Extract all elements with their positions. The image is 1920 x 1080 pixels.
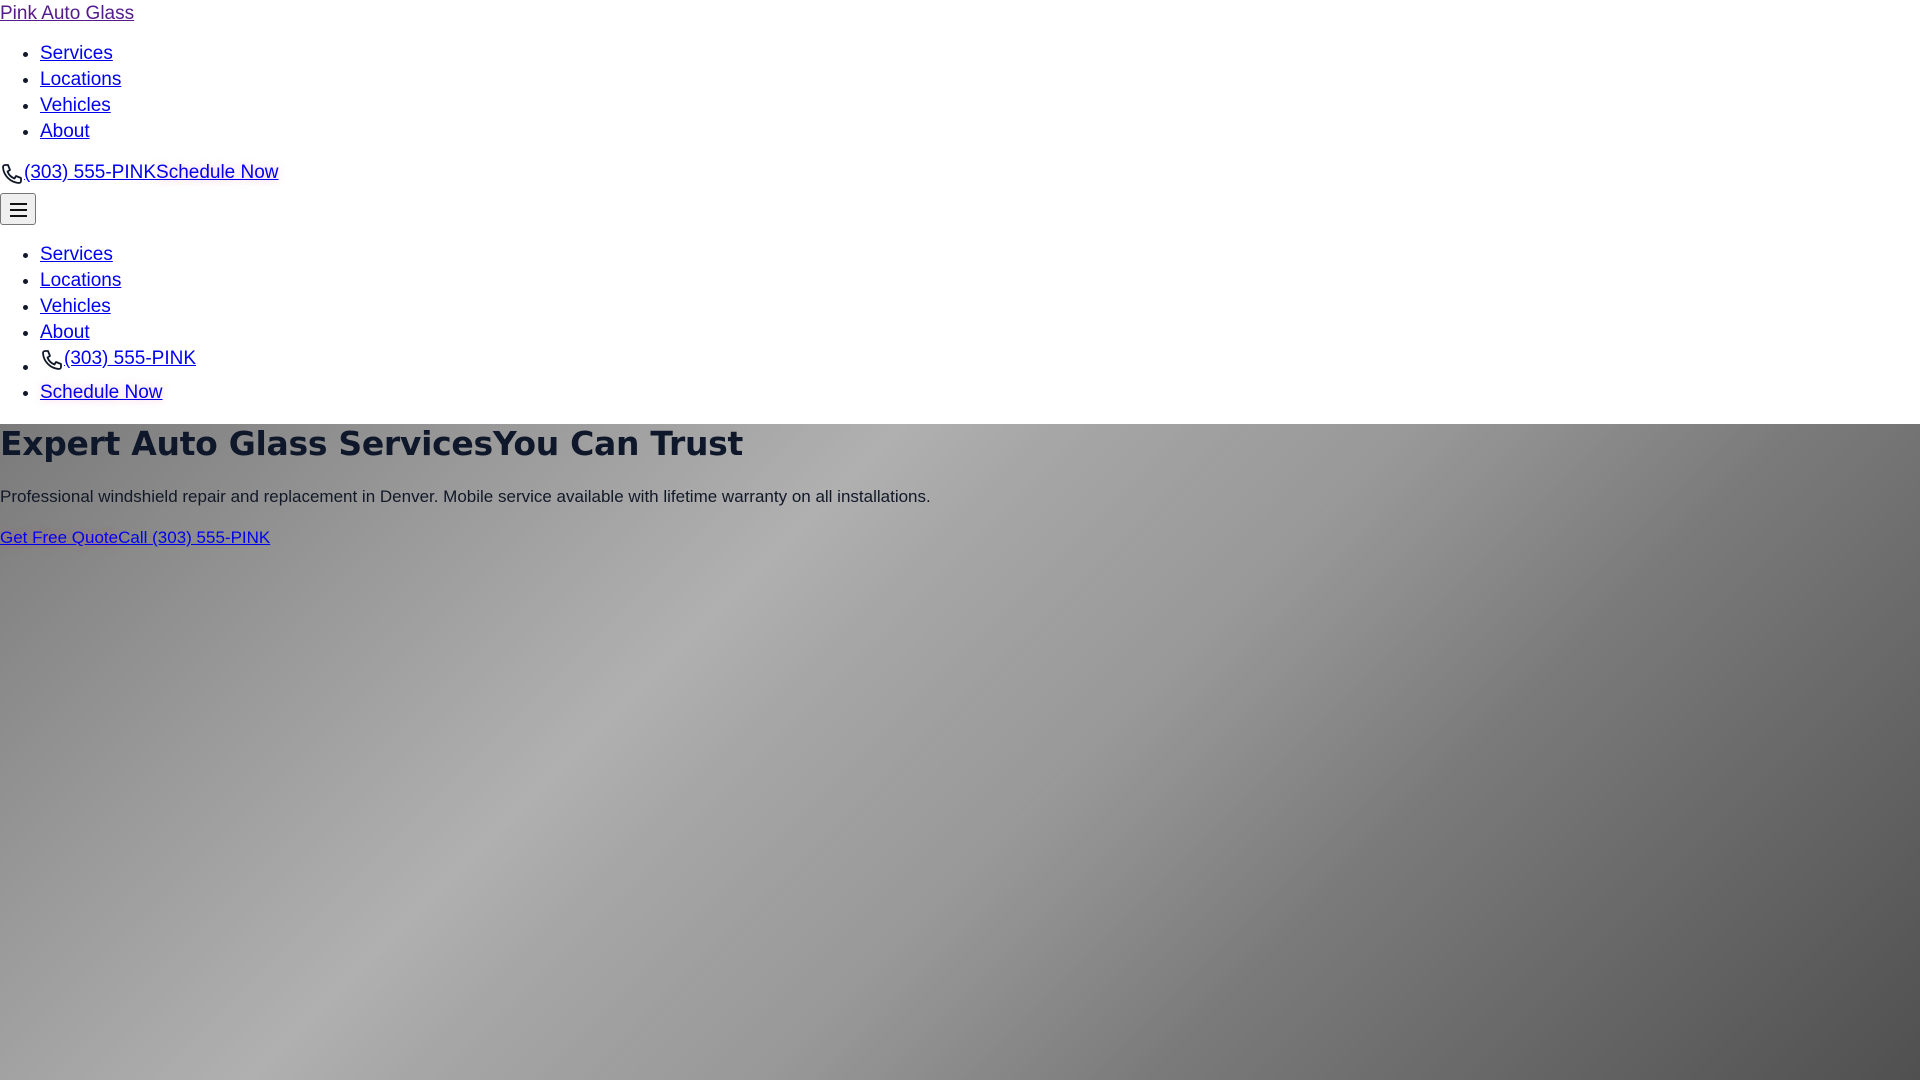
primary-nav: Services Locations Vehicles About — [0, 41, 121, 145]
mobile-nav-link-services[interactable]: Services — [40, 244, 113, 265]
mobile-nav-link-vehicles[interactable]: Vehicles — [40, 296, 111, 317]
mobile-nav-item-about: About — [40, 320, 196, 346]
nav-item-about: About — [40, 119, 121, 145]
hero-title: Expert Auto Glass ServicesYou Can Trust — [0, 424, 743, 464]
get-free-quote-button[interactable]: Get Free Quote — [0, 528, 118, 547]
nav-item-vehicles: Vehicles — [40, 93, 121, 119]
hamburger-menu-icon — [10, 203, 27, 217]
mobile-nav-item-locations: Locations — [40, 268, 196, 294]
mobile-nav: Services Locations Vehicles About (303) … — [0, 242, 196, 406]
mobile-nav-link-locations[interactable]: Locations — [40, 270, 121, 291]
mobile-nav-link-about[interactable]: About — [40, 322, 90, 343]
hero-call-button[interactable]: Call (303) 555-PINK — [118, 528, 270, 547]
mobile-nav-item-phone: (303) 555-PINK — [40, 346, 196, 380]
site-header: Pink Auto Glass Services Locations Vehic… — [0, 0, 1920, 424]
header-contact-row: (303) 555-PINK Schedule Now — [0, 160, 279, 186]
nav-link-about[interactable]: About — [40, 121, 90, 142]
hero-title-part2: You Can Trust — [492, 424, 743, 463]
hero-cta-row: Get Free QuoteCall (303) 555-PINK — [0, 527, 270, 549]
mobile-nav-item-schedule: Schedule Now — [40, 380, 196, 406]
mobile-nav-item-vehicles: Vehicles — [40, 294, 196, 320]
nav-link-services[interactable]: Services — [40, 43, 113, 64]
hero-title-part1: Expert Auto Glass Services — [0, 424, 493, 463]
hero-section: Expert Auto Glass ServicesYou Can Trust … — [0, 424, 1920, 1080]
header-schedule-button[interactable]: Schedule Now — [156, 160, 279, 186]
mobile-nav-item-services: Services — [40, 242, 196, 268]
phone-icon — [42, 350, 62, 370]
nav-item-services: Services — [40, 41, 121, 67]
nav-link-locations[interactable]: Locations — [40, 69, 121, 90]
mobile-nav-schedule-button[interactable]: Schedule Now — [40, 382, 163, 403]
nav-link-vehicles[interactable]: Vehicles — [40, 95, 111, 116]
hero-background — [0, 424, 1920, 1080]
header-phone-label: (303) 555-PINK — [24, 162, 157, 183]
mobile-nav-phone-link[interactable]: (303) 555-PINK — [40, 346, 196, 372]
mobile-nav-phone-label: (303) 555-PINK — [64, 348, 197, 369]
nav-item-locations: Locations — [40, 67, 121, 93]
logo-link[interactable]: Pink Auto Glass — [0, 3, 134, 25]
phone-icon — [2, 164, 22, 184]
mobile-menu-button[interactable] — [0, 193, 36, 225]
hero-subtitle: Professional windshield repair and repla… — [0, 487, 931, 506]
header-phone-link[interactable]: (303) 555-PINK — [0, 160, 156, 186]
